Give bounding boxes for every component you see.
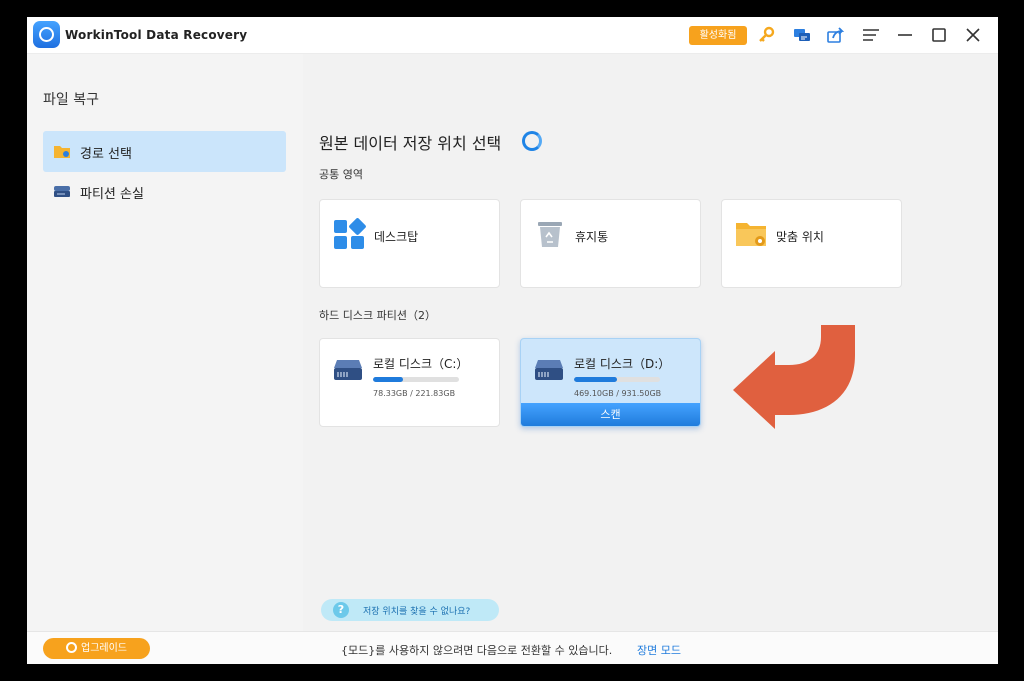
scene-mode-link[interactable]: 장면 모드: [637, 642, 681, 658]
disk-size-text: 469.10GB / 931.50GB: [574, 389, 662, 398]
scan-button[interactable]: 스캔: [521, 403, 700, 426]
sidebar: 파일 복구 경로 선택 파티션 손실: [27, 54, 301, 631]
help-cannot-find-location-link[interactable]: ? 저장 위치를 찾을 수 없나요?: [321, 599, 499, 621]
question-icon: ?: [333, 602, 349, 618]
recycle-bin-icon: [533, 217, 567, 251]
folder-icon: [53, 143, 71, 159]
maximize-icon[interactable]: [929, 25, 949, 45]
app-window: WorkinTool Data Recovery 활성화됨 파일 복구 경로 선…: [27, 17, 998, 664]
main-panel: 원본 데이터 저장 위치 선택 공통 영역 데스크탑 휴지통 맞춤 위치 하드 …: [303, 54, 998, 631]
refresh-icon[interactable]: [522, 131, 542, 151]
recycle-bin-card[interactable]: 휴지통: [520, 199, 701, 288]
activated-badge-button[interactable]: 활성화됨: [689, 26, 747, 45]
hard-drive-icon: [333, 359, 363, 381]
key-icon[interactable]: [757, 25, 777, 45]
drive-icon: [53, 183, 71, 199]
app-logo-icon: [33, 21, 60, 48]
share-icon[interactable]: [826, 25, 846, 45]
app-title: WorkinTool Data Recovery: [65, 28, 248, 42]
footer-bar: 업그레이드 {모드}를 사용하지 않으려면 다음으로 전환할 수 있습니다. 장…: [27, 631, 998, 664]
disk-usage-fill: [574, 377, 618, 382]
card-label: 데스크탑: [374, 230, 419, 244]
sidebar-item-label: 파티션 손실: [80, 187, 144, 202]
custom-folder-icon: [734, 217, 768, 251]
custom-location-card[interactable]: 맞춤 위치: [721, 199, 902, 288]
disk-card-c[interactable]: 로컬 디스크（C:） 78.33GB / 221.83GB: [319, 338, 500, 427]
sidebar-item-path-select[interactable]: 경로 선택: [43, 131, 286, 172]
footer-message: {모드}를 사용하지 않으려면 다음으로 전환할 수 있습니다.: [341, 644, 613, 657]
card-label: 맞춤 위치: [776, 230, 824, 244]
common-section-label: 공통 영역: [319, 168, 363, 181]
disk-size-text: 78.33GB / 221.83GB: [373, 389, 456, 398]
hard-drive-icon: [534, 359, 564, 381]
menu-icon[interactable]: [861, 25, 881, 45]
upgrade-button[interactable]: 업그레이드: [43, 638, 150, 659]
disk-label: 로컬 디스크（D:）: [574, 357, 671, 371]
disk-section-label: 하드 디스크 파티션（2）: [319, 309, 436, 322]
desktop-apps-icon: [332, 217, 366, 251]
chat-icon[interactable]: [792, 25, 812, 45]
page-title: 원본 데이터 저장 위치 선택: [319, 134, 502, 153]
sidebar-title: 파일 복구: [43, 92, 99, 108]
title-bar: WorkinTool Data Recovery 활성화됨: [27, 17, 998, 54]
desktop-location-card[interactable]: 데스크탑: [319, 199, 500, 288]
disk-usage-bar: [574, 377, 660, 382]
close-icon[interactable]: [963, 25, 983, 45]
sidebar-item-label: 경로 선택: [80, 147, 132, 162]
disk-usage-bar: [373, 377, 459, 382]
disk-usage-fill: [373, 377, 404, 382]
disk-label: 로컬 디스크（C:）: [373, 357, 469, 371]
curved-arrow-icon: [733, 325, 855, 429]
minimize-icon[interactable]: [895, 25, 915, 45]
help-text: 저장 위치를 찾을 수 없나요?: [363, 607, 471, 617]
sidebar-item-partition-loss[interactable]: 파티션 손실: [43, 171, 286, 212]
disk-card-d[interactable]: 로컬 디스크（D:） 469.10GB / 931.50GB 스캔: [520, 338, 701, 427]
upgrade-icon: [66, 642, 77, 653]
card-label: 휴지통: [575, 230, 609, 244]
upgrade-label: 업그레이드: [81, 643, 127, 654]
